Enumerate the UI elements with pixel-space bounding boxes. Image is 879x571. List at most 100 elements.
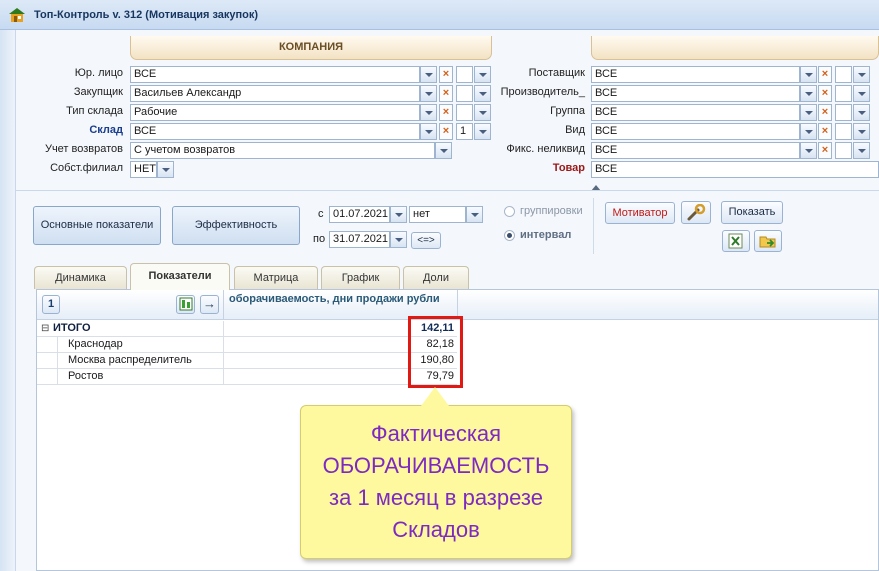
fixed-illiquid-level-dropdown[interactable] [853, 142, 870, 159]
table-row[interactable]: Краснодар 82,18 [37, 337, 457, 353]
group-level-dropdown[interactable] [853, 104, 870, 121]
efficiency-button[interactable]: Эффективность [172, 206, 300, 245]
supplier-dropdown[interactable] [800, 66, 817, 83]
column-header[interactable]: оборачиваемость, дни продажи рубли [229, 293, 440, 305]
table-row[interactable]: ⊟ ИТОГО 142,11 [37, 321, 457, 337]
legal-entity-clear-icon[interactable]: × [439, 66, 453, 83]
row-name: Ростов [68, 370, 104, 382]
from-date-dropdown[interactable] [390, 206, 407, 223]
supplier-level-dropdown[interactable] [853, 66, 870, 83]
legal-entity-field[interactable]: ВСЕ [130, 66, 420, 83]
manufacturer-dropdown[interactable] [800, 85, 817, 102]
title-bar: Топ-Контроль v. 312 (Мотивация закупок) [0, 0, 879, 30]
from-date-field[interactable]: 01.07.2021 [329, 206, 390, 223]
warehouse-type-clear-icon[interactable]: × [439, 104, 453, 121]
wrench-icon [687, 203, 706, 221]
separator [593, 198, 594, 254]
expand-arrow-button[interactable]: → [200, 295, 219, 314]
kind-level[interactable] [835, 123, 852, 140]
period-dropdown[interactable] [466, 206, 483, 223]
columns-button[interactable] [176, 295, 195, 314]
product-section-header[interactable] [591, 36, 879, 60]
period-field[interactable]: нет [409, 206, 466, 223]
warehouse-clear-icon[interactable]: × [439, 123, 453, 140]
folder-export-icon [759, 236, 776, 248]
fixed-illiquid-clear-icon[interactable]: × [818, 142, 832, 159]
product-field[interactable]: ВСЕ [591, 161, 879, 178]
kind-clear-icon[interactable]: × [818, 123, 832, 140]
shift-period-button[interactable]: <=> [411, 232, 441, 249]
callout-pointer [421, 387, 449, 406]
to-date-field[interactable]: 31.07.2021 [329, 231, 390, 248]
manufacturer-field[interactable]: ВСЕ [591, 85, 800, 102]
kind-level-dropdown[interactable] [853, 123, 870, 140]
show-button[interactable]: Показать [721, 201, 783, 224]
fixed-illiquid-level[interactable] [835, 142, 852, 159]
manufacturer-level-dropdown[interactable] [853, 85, 870, 102]
buyer-level[interactable] [456, 85, 473, 102]
grouping-radio[interactable] [504, 206, 515, 217]
table-row[interactable]: Москва распределитель 190,80 [37, 353, 457, 369]
tab-indicators[interactable]: Показатели [130, 263, 230, 290]
from-date-label: с [318, 208, 324, 220]
level-button[interactable]: 1 [42, 295, 60, 314]
warehouse-label: Склад [89, 124, 123, 136]
group-clear-icon[interactable]: × [818, 104, 832, 121]
main-area: КОМПАНИЯ Юр. лицо ВСЕ × Закупщик Василье… [16, 30, 879, 571]
manufacturer-clear-icon[interactable]: × [818, 85, 832, 102]
kind-dropdown[interactable] [800, 123, 817, 140]
supplier-clear-icon[interactable]: × [818, 66, 832, 83]
warehouse-field[interactable]: ВСЕ [130, 123, 420, 140]
group-dropdown[interactable] [800, 104, 817, 121]
manufacturer-label: Производитель_ [500, 86, 585, 98]
grouping-radio-label: группировки [520, 205, 583, 217]
tab-chart[interactable]: График [321, 266, 400, 289]
interval-radio[interactable] [504, 230, 515, 241]
buyer-dropdown[interactable] [420, 85, 437, 102]
collapse-filters-icon[interactable] [589, 183, 603, 193]
supplier-field[interactable]: ВСЕ [591, 66, 800, 83]
excel-icon [728, 233, 743, 249]
buyer-label: Закупщик [73, 86, 123, 98]
export-excel-button[interactable] [722, 230, 750, 252]
to-date-dropdown[interactable] [390, 231, 407, 248]
table-row[interactable]: Ростов 79,79 [37, 369, 457, 385]
own-branch-dropdown[interactable] [157, 161, 174, 178]
company-section-header[interactable]: КОМПАНИЯ [130, 36, 492, 60]
own-branch-label: Собст.филиал [50, 162, 123, 174]
warehouse-type-dropdown[interactable] [420, 104, 437, 121]
warehouse-level[interactable]: 1 [456, 123, 473, 140]
legal-entity-dropdown[interactable] [420, 66, 437, 83]
export-folder-button[interactable] [754, 230, 782, 252]
returns-field[interactable]: С учетом возвратов [130, 142, 435, 159]
supplier-label: Поставщик [528, 67, 585, 79]
warehouse-type-field[interactable]: Рабочие [130, 104, 420, 121]
motivator-button[interactable]: Мотиватор [605, 202, 675, 224]
group-field[interactable]: ВСЕ [591, 104, 800, 121]
row-name: ИТОГО [53, 322, 91, 334]
buyer-field[interactable]: Васильев Александр [130, 85, 420, 102]
kind-field[interactable]: ВСЕ [591, 123, 800, 140]
group-level[interactable] [835, 104, 852, 121]
interval-radio-label: интервал [520, 229, 572, 241]
fixed-illiquid-label: Фикс. неликвид [506, 143, 585, 155]
settings-button[interactable] [681, 201, 711, 224]
returns-dropdown[interactable] [435, 142, 452, 159]
warehouse-type-level[interactable] [456, 104, 473, 121]
buyer-clear-icon[interactable]: × [439, 85, 453, 102]
fixed-illiquid-dropdown[interactable] [800, 142, 817, 159]
tab-shares[interactable]: Доли [403, 266, 469, 289]
tab-matrix[interactable]: Матрица [234, 266, 318, 289]
legal-entity-level[interactable] [456, 66, 473, 83]
fixed-illiquid-field[interactable]: ВСЕ [591, 142, 800, 159]
collapse-icon[interactable]: ⊟ [41, 321, 49, 337]
main-indicators-button[interactable]: Основные показатели [33, 206, 161, 245]
manufacturer-level[interactable] [835, 85, 852, 102]
indent-divider [57, 337, 58, 385]
tab-dynamics[interactable]: Динамика [34, 266, 127, 289]
own-branch-field[interactable]: НЕТ [130, 161, 157, 178]
callout-line: Фактическая [370, 421, 502, 446]
warehouse-dropdown[interactable] [420, 123, 437, 140]
row-name: Краснодар [68, 338, 123, 350]
supplier-level[interactable] [835, 66, 852, 83]
